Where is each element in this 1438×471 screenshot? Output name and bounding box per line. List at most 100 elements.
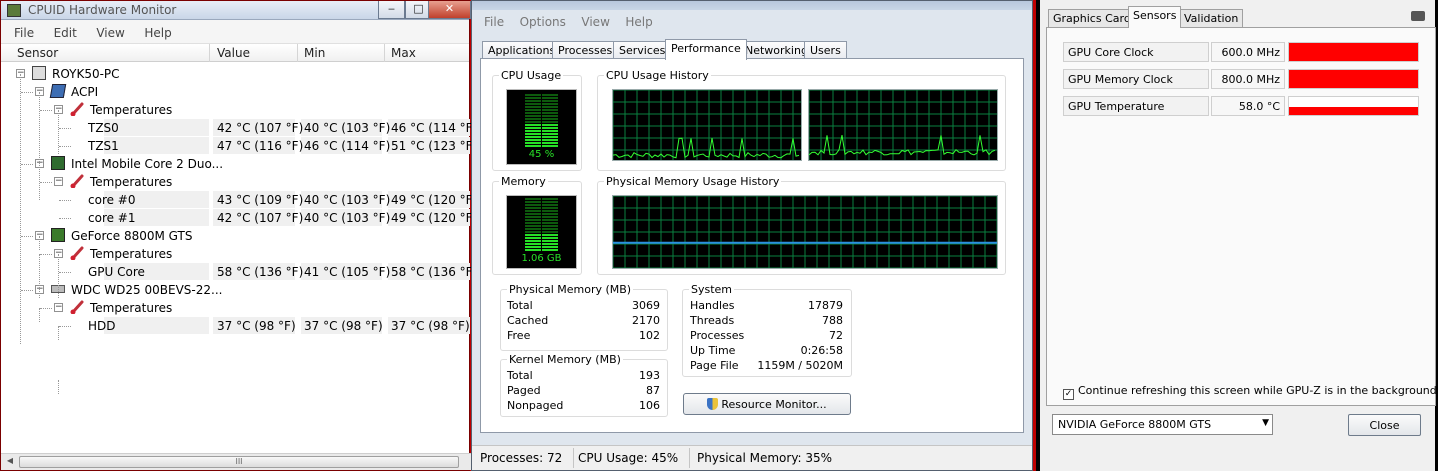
thermometer-icon (70, 174, 84, 189)
sensor-row[interactable]: TZS0 42 °C (107 °F) 40 °C (103 °F) 46 °C (1… (1, 119, 477, 137)
tab-graphics-card[interactable]: Graphics Card (1048, 9, 1136, 27)
tree-node[interactable]: − Temperatures (1, 299, 471, 317)
tree-node[interactable]: − ROYK50-PC (1, 65, 471, 83)
hwmonitor-app-icon (7, 4, 21, 17)
tree-node[interactable]: − ACPI (1, 83, 471, 101)
refresh-checkbox[interactable]: ✓ Continue refreshing this screen while G… (1063, 384, 1437, 400)
hwmonitor-window: CPUID Hardware Monitor ‒ □ ✕ File Edit V… (0, 0, 477, 471)
task-manager-statusbar: Processes: 72 CPU Usage: 45% Physical Me… (472, 445, 1032, 470)
tab-services[interactable]: Services (613, 41, 672, 59)
tab-processes[interactable]: Processes (552, 41, 619, 59)
column-value[interactable]: Value (217, 46, 250, 60)
close-button[interactable]: Close (1348, 414, 1421, 436)
minimize-button[interactable]: ‒ (378, 1, 405, 19)
sensor-row[interactable]: HDD 37 °C (98 °F) 37 °C (98 °F) 37 °C (98 °… (1, 317, 471, 335)
tree-node[interactable]: − Temperatures (1, 173, 471, 191)
tree-node[interactable]: − GeForce 8800M GTS (1, 227, 471, 245)
sensor-graph[interactable] (1288, 42, 1419, 62)
tab-users[interactable]: Users (804, 41, 847, 59)
meter-bar (525, 213, 541, 215)
tab-validation[interactable]: Validation (1179, 9, 1244, 27)
sensor-label: core #1 (88, 211, 136, 225)
tab-sensors[interactable]: Sensors (1128, 6, 1182, 28)
meter-bar (542, 198, 558, 200)
cpu-history-label: CPU Usage History (604, 69, 711, 82)
horizontal-scrollbar[interactable]: ◀ III (1, 453, 471, 470)
meter-bar (525, 121, 541, 123)
meter-bar (542, 118, 558, 120)
meter-bar (525, 222, 541, 224)
gpuz-window: Graphics Card Sensors Validation GPU Cor… (1036, 0, 1438, 471)
close-button[interactable]: ✕ (428, 1, 471, 19)
column-sensor[interactable]: Sensor (17, 46, 58, 60)
hwmonitor-menubar: File Edit View Help (1, 20, 469, 44)
collapse-icon[interactable]: − (54, 303, 63, 312)
card-select[interactable]: NVIDIA GeForce 8800M GTS ▼ (1052, 414, 1273, 435)
gpu-icon (51, 228, 65, 242)
meter-bar (525, 201, 541, 203)
sensor-max: 51 °C (123 °F) (391, 139, 478, 153)
task-manager-titlebar[interactable] (472, 1, 1032, 10)
sensor-graph[interactable] (1288, 96, 1419, 116)
sensor-row[interactable]: TZS1 47 °C (116 °F) 46 °C (114 °F) 51 °C (1… (1, 137, 477, 155)
scrollbar-thumb[interactable]: III (19, 456, 459, 468)
meter-bar (525, 109, 541, 111)
cpu-usage-label: CPU Usage (499, 69, 564, 82)
meter-bar (525, 133, 541, 135)
meter-bar (525, 142, 541, 144)
tree-node-label: Intel Mobile Core 2 Duo... (71, 157, 224, 171)
meter-bar (525, 139, 541, 141)
sensor-value: 43 °C (109 °F) (217, 193, 304, 207)
memory-value: 1.06 GB (521, 253, 562, 264)
shield-icon (707, 398, 719, 410)
sensor-row[interactable]: core #1 42 °C (107 °F) 40 °C (103 °F) 49 °C… (1, 209, 477, 227)
sensor-row: GPU Core Clock 600.0 MHz (1063, 42, 1421, 63)
menu-help[interactable]: Help (625, 15, 652, 29)
tree-node[interactable]: − Temperatures (1, 101, 471, 119)
refresh-checkbox-label: Continue refreshing this screen while GP… (1078, 384, 1437, 397)
stat-row: Threads 788 (690, 314, 843, 329)
column-max[interactable]: Max (391, 46, 416, 60)
kernel-memory-group: Kernel Memory (MB) Total 193 Paged 87 Nonpag… (500, 353, 668, 417)
hwmonitor-title: CPUID Hardware Monitor (28, 3, 177, 17)
meter-bar (542, 124, 558, 126)
sensor-row[interactable]: core #0 43 °C (109 °F) 40 °C (103 °F) 49 °C… (1, 191, 477, 209)
resource-monitor-button[interactable]: Resource Monitor... (683, 393, 851, 415)
meter-bar (542, 133, 558, 135)
collapse-icon[interactable]: − (54, 177, 63, 186)
tree-node-label: Temperatures (90, 103, 173, 117)
hwmonitor-titlebar[interactable]: CPUID Hardware Monitor ‒ □ ✕ (1, 1, 471, 20)
sensor-max: 37 °C (98 °F) (391, 319, 470, 333)
tree-node[interactable]: − WDC WD25 00BEVS-22... (1, 281, 471, 299)
status-memory: Physical Memory: 35% (697, 451, 833, 465)
menu-view[interactable]: View (96, 26, 124, 40)
meter-bar (542, 219, 558, 221)
tab-performance[interactable]: Performance (665, 39, 747, 60)
tree-node[interactable]: − Intel Mobile Core 2 Duo... (1, 155, 471, 173)
meter-bar (525, 225, 541, 227)
camera-icon[interactable] (1411, 11, 1425, 21)
stat-value: 193 (639, 369, 660, 382)
tree-node[interactable]: − Temperatures (1, 245, 471, 263)
menu-file[interactable]: File (484, 15, 504, 29)
status-processes: Processes: 72 (480, 451, 563, 465)
meter-bar (525, 228, 541, 230)
menu-edit[interactable]: Edit (54, 26, 77, 40)
meter-bar (525, 124, 541, 126)
column-min[interactable]: Min (304, 46, 325, 60)
scroll-left-icon[interactable]: ◀ (3, 456, 17, 468)
sensor-max: 58 °C (136 °F) (391, 265, 478, 279)
sensor-row[interactable]: GPU Core 58 °C (136 °F) 41 °C (105 °F) 58 °… (1, 263, 477, 281)
meter-bar (542, 112, 558, 114)
menu-help[interactable]: Help (144, 26, 171, 40)
sensors-panel: GPU Core Clock 600.0 MHz GPU Memory Clock 8… (1046, 28, 1437, 406)
sensor-min: 37 °C (98 °F) (304, 319, 383, 333)
tab-applications[interactable]: Applications (482, 41, 562, 59)
menu-view[interactable]: View (581, 15, 609, 29)
sensor-graph[interactable] (1288, 69, 1419, 89)
menu-options[interactable]: Options (520, 15, 566, 29)
tree-node-label: Temperatures (90, 301, 173, 315)
stat-key: Up Time (690, 344, 736, 357)
menu-file[interactable]: File (14, 26, 34, 40)
tab-networking[interactable]: Networking (739, 41, 814, 59)
